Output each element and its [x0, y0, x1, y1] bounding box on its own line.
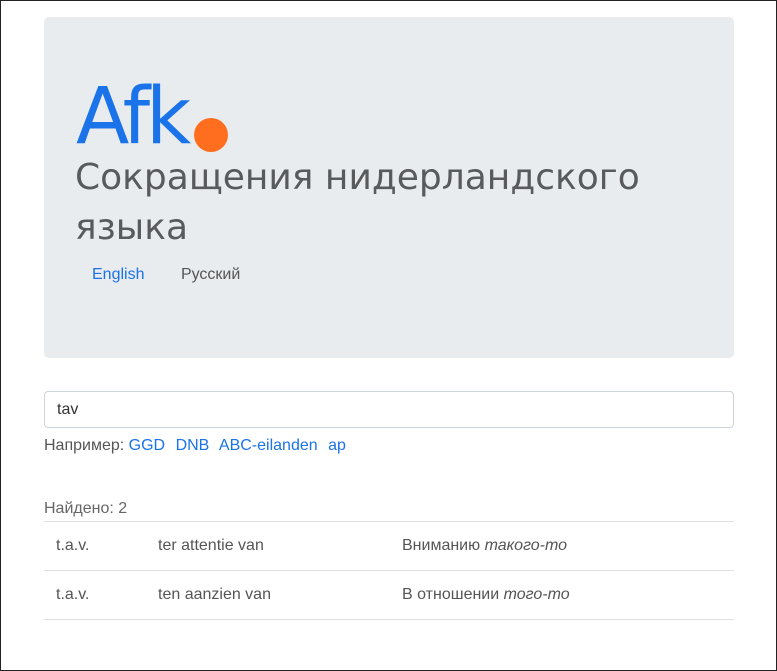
logo-dot-icon [194, 118, 228, 152]
language-switcher: English Русский [76, 264, 256, 286]
dutch-meaning-cell: ter attentie van [146, 521, 390, 571]
abbreviation-cell: t.a.v. [44, 521, 146, 571]
table-row: t.a.v. ter attentie van Вниманию такого-… [44, 521, 734, 571]
examples-line: Например: GGD DNB ABC-eilanden ap [44, 436, 352, 456]
example-link-dnb[interactable]: DNB [176, 437, 210, 454]
logo-text: Afk [76, 72, 191, 162]
abbreviation-cell: t.a.v. [44, 570, 146, 620]
search-input[interactable] [44, 391, 734, 428]
translation-text: В отношении [402, 586, 504, 603]
translation-text: Вниманию [402, 537, 485, 554]
header-jumbotron: Afk Сокращения нидерландского языка Engl… [44, 17, 734, 358]
page-title: Сокращения нидерландского языка [75, 157, 640, 248]
example-link-ggd[interactable]: GGD [129, 437, 165, 454]
results-count: Найдено: 2 [44, 500, 128, 517]
translation-italic-text: того-то [503, 586, 570, 603]
language-link-russian[interactable]: Русский [165, 264, 256, 286]
translation-italic-text: такого-то [484, 537, 568, 554]
site-logo[interactable]: Afk [76, 78, 228, 156]
language-link-english[interactable]: English [76, 264, 160, 286]
examples-label: Например: [44, 437, 125, 454]
example-link-ap[interactable]: ap [328, 437, 346, 454]
example-link-abc-eilanden[interactable]: ABC-eilanden [219, 437, 318, 454]
results-table: t.a.v. ter attentie van Вниманию такого-… [44, 521, 734, 620]
translation-cell: Вниманию такого-то [390, 521, 734, 571]
dutch-meaning-cell: ten aanzien van [146, 570, 390, 620]
table-row: t.a.v. ten aanzien van В отношении того-… [44, 570, 734, 620]
translation-cell: В отношении того-то [390, 570, 734, 620]
